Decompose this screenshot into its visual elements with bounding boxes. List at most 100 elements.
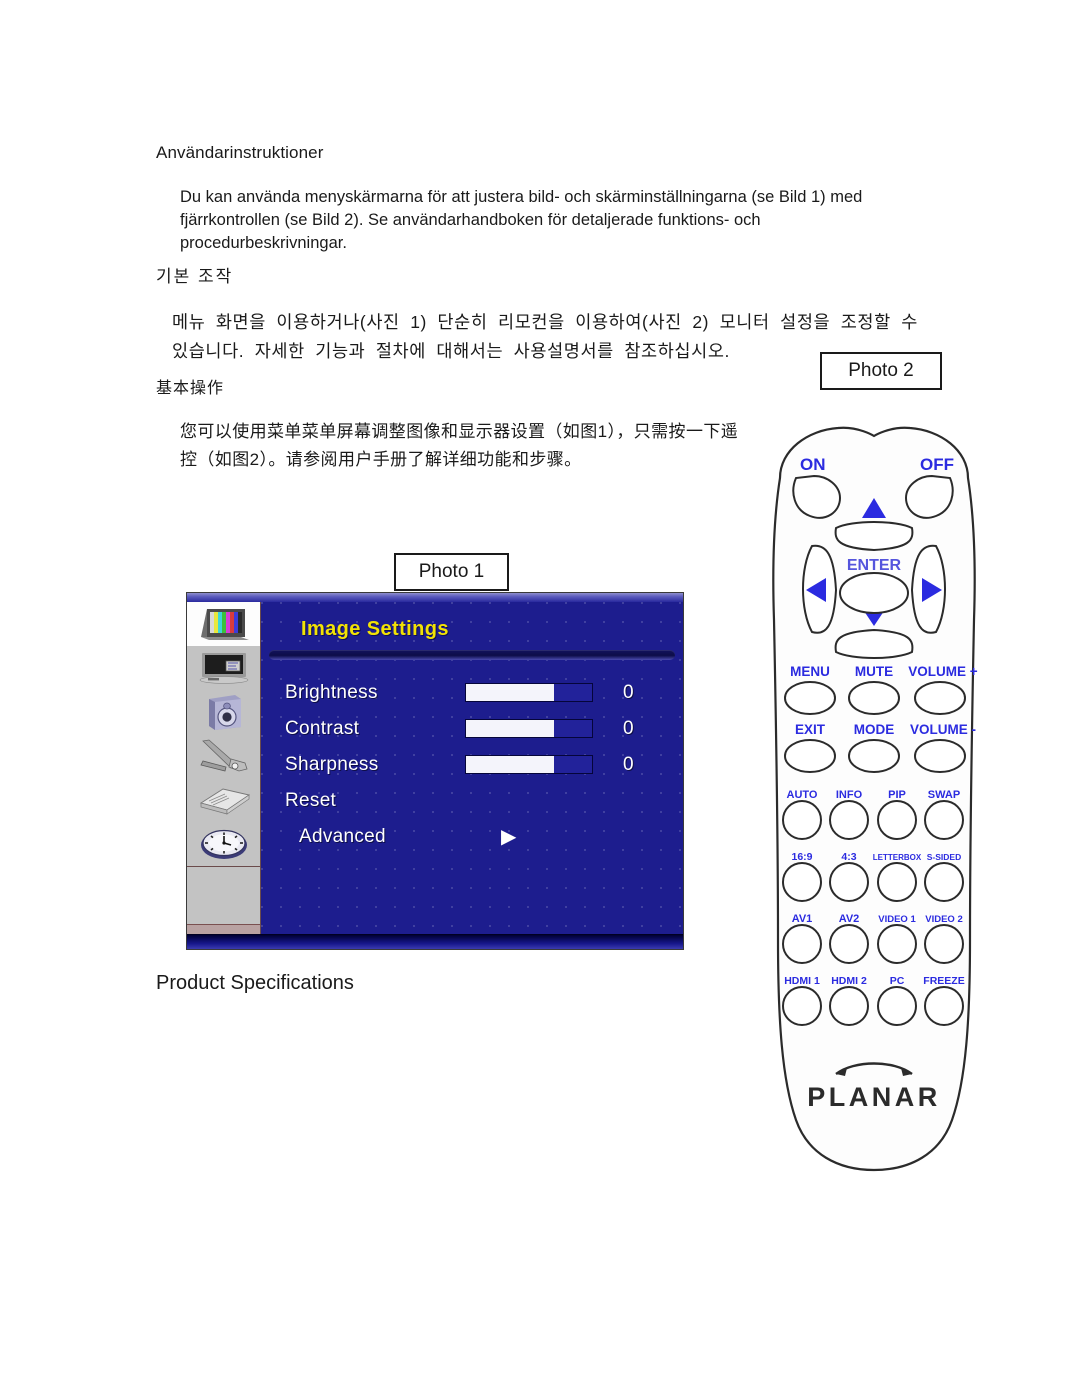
osd-sidebar-item-timer[interactable] xyxy=(187,822,260,866)
remote-label-mute: MUTE xyxy=(855,664,893,679)
speaker-audio-icon xyxy=(201,693,247,731)
remote-label-swap: SWAP xyxy=(928,789,960,801)
enter-button[interactable] xyxy=(839,572,909,614)
pip-button[interactable] xyxy=(877,800,917,840)
remote-label-mode: MODE xyxy=(854,722,895,737)
volume-down-button[interactable] xyxy=(914,739,966,773)
hdmi1-button[interactable] xyxy=(782,986,822,1026)
nav-down-button[interactable] xyxy=(834,628,914,659)
wrench-tool-icon xyxy=(195,737,253,775)
osd-main-panel: Image Settings Brightness 0 Contrast 0 S… xyxy=(261,602,683,934)
picture-colorbars-icon xyxy=(197,607,251,641)
submenu-arrow-icon: ▶ xyxy=(501,825,517,848)
osd-footer-strip xyxy=(187,934,683,949)
remote-label-av2: AV2 xyxy=(839,913,860,925)
exit-button[interactable] xyxy=(784,739,836,773)
video2-button[interactable] xyxy=(924,924,964,964)
chinese-paragraph: 您可以使用菜单菜单屏幕调整图像和显示器设置（如图1），只需按一下遥控（如图2）。… xyxy=(180,422,739,469)
info-button[interactable] xyxy=(829,800,869,840)
mute-button[interactable] xyxy=(848,681,900,715)
clock-timer-icon xyxy=(198,827,250,861)
remote-control-drawing: ON OFF ENTER MENU MUTE VOLUME + EXIT MOD… xyxy=(772,426,978,1172)
osd-sidebar-item-image[interactable] xyxy=(187,602,260,646)
osd-image-settings-screenshot: Image Settings Brightness 0 Contrast 0 S… xyxy=(186,592,684,950)
slider-fill xyxy=(466,684,555,701)
photo-2-caption: Photo 2 xyxy=(820,352,942,390)
osd-row-label: Brightness xyxy=(285,681,378,703)
osd-body: Image Settings Brightness 0 Contrast 0 S… xyxy=(187,602,683,934)
letterbox-button[interactable] xyxy=(877,862,917,902)
aspect-4-3-button[interactable] xyxy=(829,862,869,902)
korean-heading: 기본 조작 xyxy=(156,267,234,286)
slider-fill xyxy=(466,720,555,737)
korean-paragraph: 메뉴 화면을 이용하거나(사진 1) 단순히 리모컨을 이용하여(사진 2) 모… xyxy=(172,312,918,361)
slider-fill xyxy=(466,756,555,773)
nav-up-button[interactable] xyxy=(834,521,914,552)
remote-label-on: ON xyxy=(800,455,826,474)
remote-label-s-sided: S-SIDED xyxy=(927,852,961,862)
osd-sidebar-item-setup[interactable] xyxy=(187,734,260,778)
photo-1-caption: Photo 1 xyxy=(394,553,509,591)
sharpness-slider[interactable] xyxy=(465,755,593,774)
contrast-value: 0 xyxy=(623,717,634,739)
remote-label-volume-up: VOLUME + xyxy=(908,664,978,679)
remote-label-av1: AV1 xyxy=(792,913,813,925)
remote-label-hdmi2: HDMI 2 xyxy=(831,975,867,987)
display-monitor-icon xyxy=(196,651,252,685)
freeze-button[interactable] xyxy=(924,986,964,1026)
osd-row-label: Contrast xyxy=(285,717,360,739)
osd-row-sharpness[interactable]: Sharpness 0 xyxy=(285,748,683,781)
sharpness-value: 0 xyxy=(623,753,634,775)
osd-sidebar-item-display[interactable] xyxy=(187,646,260,690)
osd-row-label: Advanced xyxy=(299,825,386,847)
osd-row-reset[interactable]: Reset xyxy=(285,784,683,817)
av2-button[interactable] xyxy=(829,924,869,964)
remote-label-info: INFO xyxy=(836,789,863,801)
remote-label-pip: PIP xyxy=(888,789,906,801)
brightness-value: 0 xyxy=(623,681,634,703)
aspect-16-9-button[interactable] xyxy=(782,862,822,902)
osd-menu-rows: Brightness 0 Contrast 0 Sharpness 0 Rese… xyxy=(261,676,683,853)
remote-label-video1: VIDEO 1 xyxy=(878,914,916,925)
auto-button[interactable] xyxy=(782,800,822,840)
osd-sidebar xyxy=(187,602,261,934)
swedish-heading: Användarinstruktioner xyxy=(156,143,324,162)
osd-sidebar-item-information[interactable] xyxy=(187,778,260,822)
remote-label-enter: ENTER xyxy=(847,557,902,574)
remote-label-pc: PC xyxy=(890,975,905,987)
remote-label-freeze: FREEZE xyxy=(923,975,964,987)
osd-sidebar-empty-area xyxy=(187,866,260,924)
video1-button[interactable] xyxy=(877,924,917,964)
menu-button[interactable] xyxy=(784,681,836,715)
remote-label-letterbox: LETTERBOX xyxy=(873,853,922,862)
osd-title-separator xyxy=(269,650,675,660)
av1-button[interactable] xyxy=(782,924,822,964)
remote-label-off: OFF xyxy=(920,455,954,474)
contrast-slider[interactable] xyxy=(465,719,593,738)
remote-label-exit: EXIT xyxy=(795,722,826,737)
brightness-slider[interactable] xyxy=(465,683,593,702)
planar-brand-text: PLANAR xyxy=(807,1082,941,1112)
document-page: Användarinstruktioner Du kan använda men… xyxy=(0,0,1080,1397)
osd-row-label: Reset xyxy=(285,789,337,811)
osd-row-brightness[interactable]: Brightness 0 xyxy=(285,676,683,709)
remote-label-video2: VIDEO 2 xyxy=(925,914,963,925)
hdmi2-button[interactable] xyxy=(829,986,869,1026)
osd-top-strip xyxy=(187,593,683,602)
s-sided-button[interactable] xyxy=(924,862,964,902)
remote-label-menu: MENU xyxy=(790,664,830,679)
product-specifications-heading: Product Specifications xyxy=(156,972,354,994)
volume-up-button[interactable] xyxy=(914,681,966,715)
swap-button[interactable] xyxy=(924,800,964,840)
swedish-paragraph: Du kan använda menyskärmarna för att jus… xyxy=(180,188,863,252)
osd-sidebar-item-audio[interactable] xyxy=(187,690,260,734)
osd-row-advanced[interactable]: Advanced ▶ xyxy=(285,820,683,853)
mode-button[interactable] xyxy=(848,739,900,773)
remote-label-4-3: 4:3 xyxy=(841,851,856,863)
pc-button[interactable] xyxy=(877,986,917,1026)
osd-sidebar-footer-pad xyxy=(187,924,260,934)
osd-row-contrast[interactable]: Contrast 0 xyxy=(285,712,683,745)
remote-label-hdmi1: HDMI 1 xyxy=(784,975,820,987)
remote-control-photo: ON OFF ENTER MENU MUTE VOLUME + EXIT MOD… xyxy=(738,420,1010,1180)
remote-label-16-9: 16:9 xyxy=(791,851,812,863)
